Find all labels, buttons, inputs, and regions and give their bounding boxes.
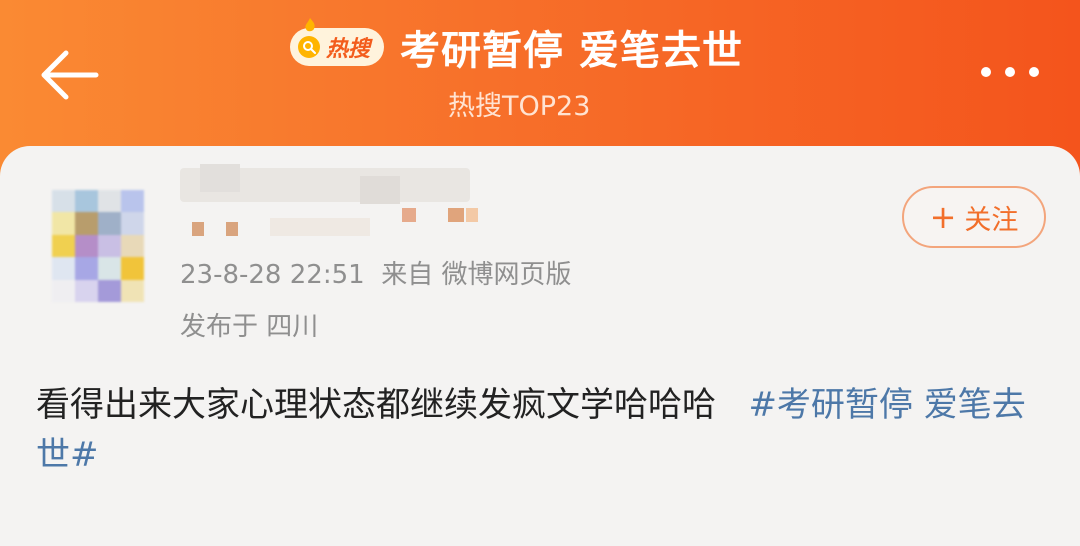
more-icon bbox=[981, 67, 1039, 77]
post-body: 看得出来大家心理状态都继续发疯文学哈哈哈 bbox=[36, 385, 716, 425]
username-blurred bbox=[180, 164, 478, 236]
back-arrow-icon bbox=[41, 50, 99, 100]
follow-label: 关注 bbox=[964, 204, 1019, 236]
flame-icon bbox=[305, 18, 315, 32]
back-button[interactable] bbox=[36, 48, 104, 102]
post-source[interactable]: 来自 微博网页版 bbox=[381, 260, 571, 290]
page-title: 考研暂停 爱笔去世 bbox=[400, 28, 743, 74]
plus-icon: + bbox=[929, 198, 957, 236]
hot-search-icon bbox=[298, 36, 320, 58]
hot-search-badge: 热搜 bbox=[290, 18, 385, 66]
badge-label: 热搜 bbox=[326, 37, 371, 62]
post-text: 看得出来大家心理状态都继续发疯文学哈哈哈 #考研暂停 爱笔去世# bbox=[36, 380, 1046, 480]
avatar[interactable] bbox=[52, 190, 144, 302]
post-meta-line: 23-8-28 22:51 来自 微博网页版 bbox=[180, 254, 571, 291]
more-button[interactable] bbox=[978, 60, 1042, 84]
title-row: 热搜 考研暂停 爱笔去世 bbox=[290, 18, 743, 76]
rank-subtitle: 热搜TOP23 bbox=[448, 91, 591, 122]
post-location: 发布于 四川 bbox=[180, 312, 319, 342]
follow-button[interactable]: + 关注 bbox=[902, 186, 1046, 248]
post-timestamp: 23-8-28 22:51 bbox=[180, 260, 365, 290]
